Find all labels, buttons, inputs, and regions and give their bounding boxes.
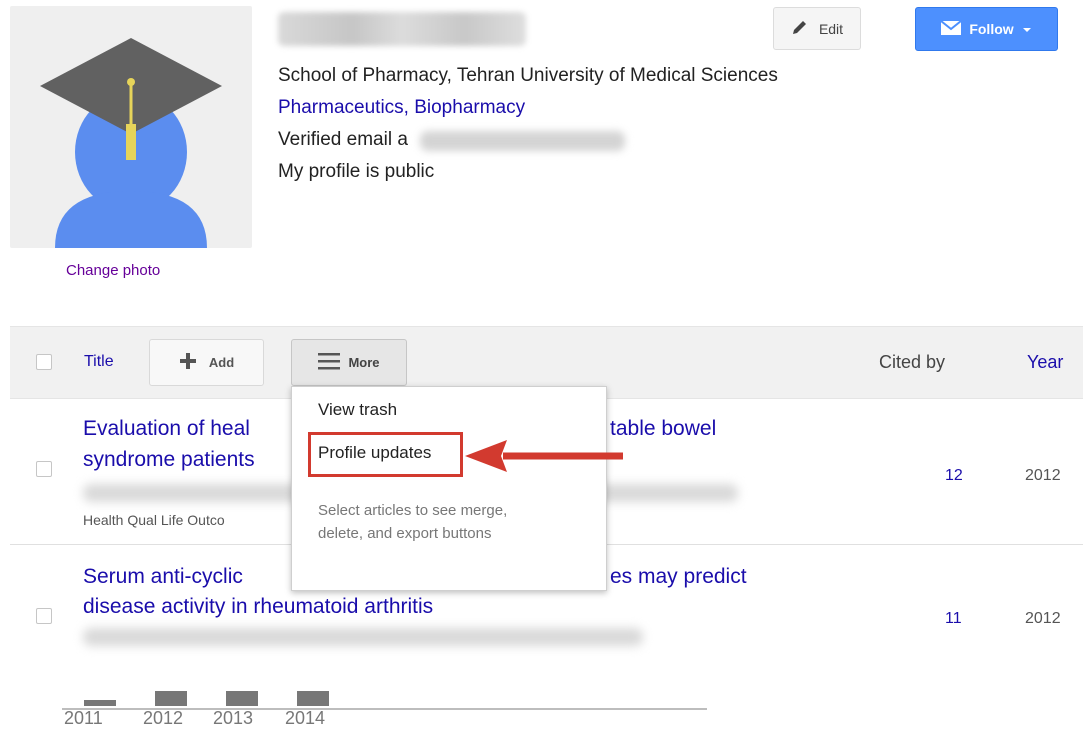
histogram-bar[interactable] <box>84 700 116 706</box>
plus-icon <box>179 352 197 373</box>
article-checkbox[interactable] <box>36 461 52 477</box>
add-button[interactable]: Add <box>149 339 264 386</box>
change-photo-link[interactable]: Change photo <box>66 262 160 279</box>
histogram-year-label: 2012 <box>143 708 184 728</box>
verified-email: Verified email a <box>278 129 408 150</box>
profile-photo <box>10 6 252 248</box>
article-title-tail[interactable]: es may predict <box>610 562 747 592</box>
profile-visibility: My profile is public <box>278 161 435 182</box>
article-title-line2[interactable]: disease activity in rheumatoid arthritis <box>83 592 433 622</box>
menu-hint-text: Select articles to see merge, delete, an… <box>318 502 508 542</box>
article-title[interactable]: Evaluation of heal <box>83 414 250 444</box>
histogram-year-label: 2011 <box>64 708 103 728</box>
article-journal: Health Qual Life Outco <box>83 512 225 528</box>
article-year: 2012 <box>1025 610 1061 627</box>
affiliation: School of Pharmacy, Tehran University of… <box>278 65 778 86</box>
more-button[interactable]: More <box>291 339 407 386</box>
profile-name-redacted <box>278 12 526 46</box>
article-cited-by[interactable]: 11 <box>945 610 962 628</box>
article-title-line2[interactable]: syndrome patients <box>83 445 255 475</box>
email-redacted <box>420 131 625 151</box>
envelope-icon <box>940 19 962 38</box>
avatar-body <box>55 191 207 248</box>
article-cited-by[interactable]: 12 <box>945 467 963 485</box>
follow-label: Follow <box>969 21 1014 37</box>
cited-by-header[interactable]: Cited by <box>879 352 945 373</box>
menu-item-profile-updates[interactable]: Profile updates <box>318 443 431 463</box>
edit-button[interactable]: Edit <box>773 7 861 50</box>
histogram-year-label: 2013 <box>213 708 254 728</box>
article-checkbox[interactable] <box>36 608 52 624</box>
follow-button[interactable]: Follow <box>915 7 1058 51</box>
pencil-icon <box>791 18 809 39</box>
menu-icon <box>318 352 341 373</box>
histogram-year-label: 2014 <box>285 708 326 728</box>
menu-item-view-trash[interactable]: View trash <box>318 400 397 420</box>
select-all-checkbox[interactable] <box>36 354 52 370</box>
add-label: Add <box>208 355 235 370</box>
red-arrow-annotation <box>465 440 623 472</box>
sort-by-title[interactable]: Title <box>84 353 114 371</box>
article-title[interactable]: Serum anti-cyclic <box>83 562 243 592</box>
article-authors-redacted <box>83 628 643 646</box>
chevron-down-icon <box>1022 21 1032 37</box>
edit-label: Edit <box>818 20 844 37</box>
histogram-bar[interactable] <box>226 691 258 706</box>
more-label: More <box>348 355 380 370</box>
histogram-bar[interactable] <box>297 691 329 706</box>
sort-by-year[interactable]: Year <box>1027 352 1063 373</box>
article-year: 2012 <box>1025 467 1061 484</box>
histogram-bar[interactable] <box>155 691 187 706</box>
more-dropdown-menu: View trash Profile updates Select articl… <box>291 386 607 591</box>
research-interests[interactable]: Pharmaceutics, Biopharmacy <box>278 96 525 120</box>
